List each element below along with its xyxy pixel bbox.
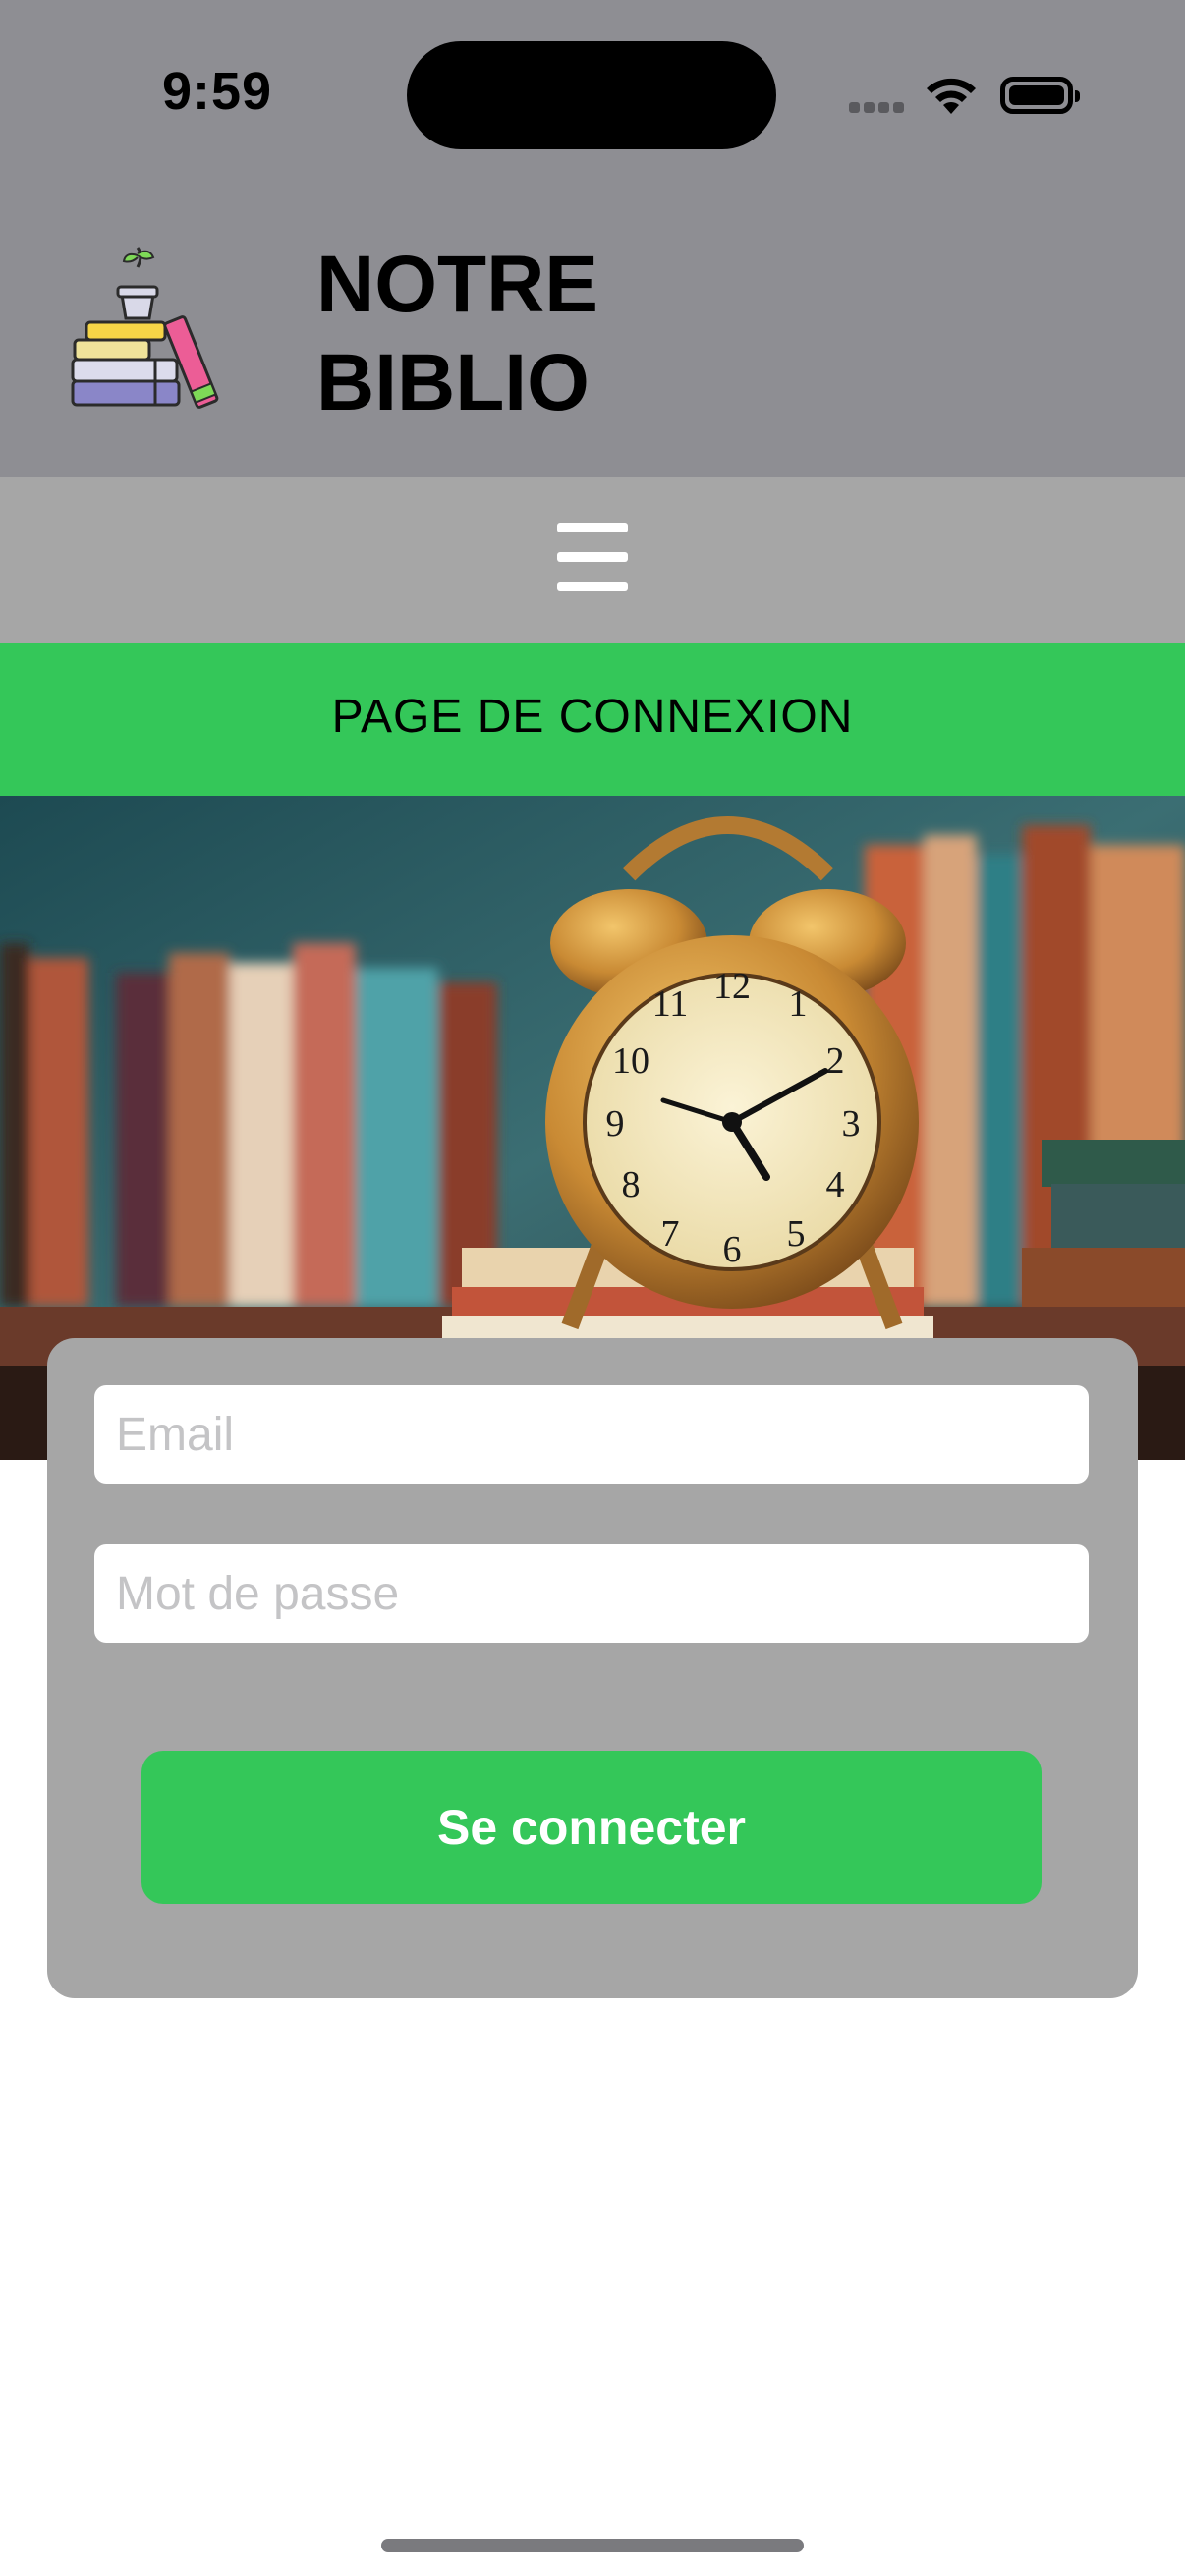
svg-text:2: 2 xyxy=(826,1040,845,1082)
svg-text:5: 5 xyxy=(787,1213,806,1255)
home-indicator[interactable] xyxy=(381,2539,804,2552)
status-time: 9:59 xyxy=(162,62,273,121)
page-title: PAGE DE CONNEXION xyxy=(331,691,854,743)
books-plant-icon xyxy=(71,247,219,409)
login-button[interactable]: Se connecter xyxy=(141,1751,1042,1904)
brand-title: NOTRE BIBLIO xyxy=(316,236,598,432)
hamburger-icon[interactable] xyxy=(557,523,628,595)
svg-text:8: 8 xyxy=(622,1164,641,1205)
brand-line-1: NOTRE xyxy=(316,240,598,329)
svg-text:4: 4 xyxy=(826,1164,845,1205)
cellular-signal-icon xyxy=(849,100,908,118)
svg-text:12: 12 xyxy=(713,966,751,1007)
page-title-bar: PAGE DE CONNEXION xyxy=(0,643,1185,796)
brand-line-2: BIBLIO xyxy=(316,338,590,427)
svg-text:3: 3 xyxy=(842,1103,861,1145)
svg-text:6: 6 xyxy=(723,1229,742,1270)
svg-text:1: 1 xyxy=(789,983,808,1025)
login-card: Se connecter xyxy=(47,1338,1138,1998)
email-input[interactable] xyxy=(94,1385,1089,1484)
svg-text:10: 10 xyxy=(612,1040,649,1082)
dynamic-island xyxy=(407,41,776,149)
wifi-icon xyxy=(927,78,976,114)
svg-text:7: 7 xyxy=(661,1213,680,1255)
svg-text:11: 11 xyxy=(652,983,689,1025)
password-input[interactable] xyxy=(94,1544,1089,1643)
app-header: 9:59 NOTRE BIBLIO xyxy=(0,0,1185,477)
battery-icon xyxy=(1000,77,1080,114)
svg-text:9: 9 xyxy=(606,1103,625,1145)
